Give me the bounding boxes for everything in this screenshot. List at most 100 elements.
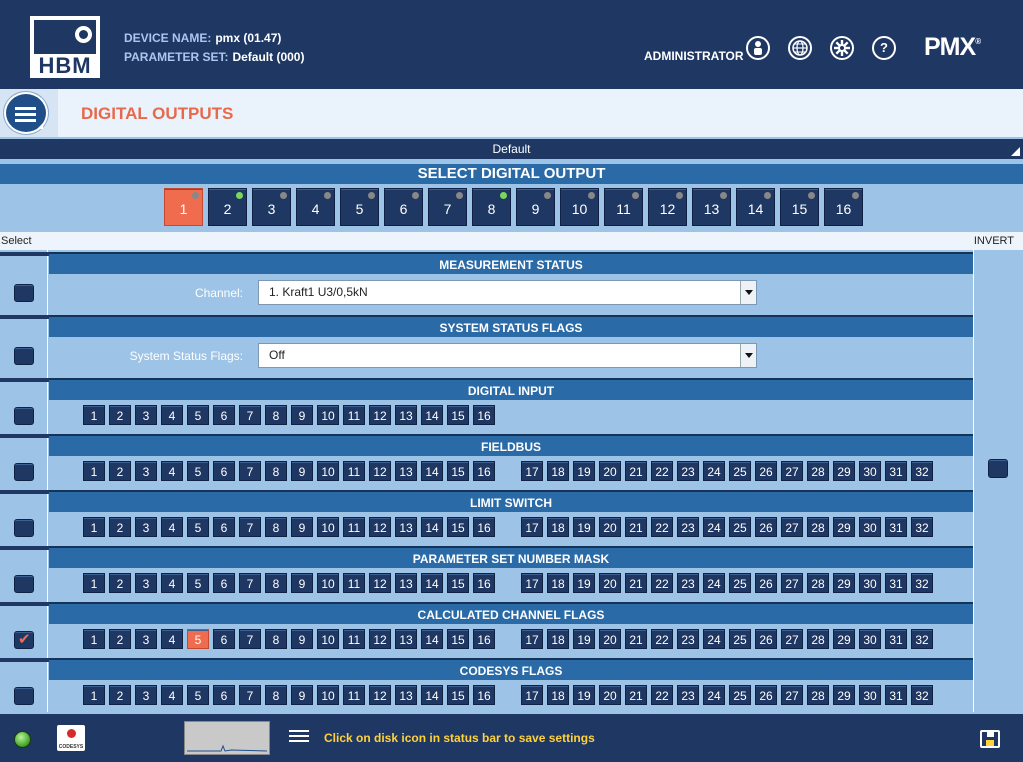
calculated-channel-flags-bit-button[interactable]: 22: [651, 629, 673, 649]
parameter-set-number-mask-bit-button[interactable]: 27: [781, 573, 803, 593]
parameter-set-number-mask-bit-button[interactable]: 15: [447, 573, 469, 593]
parameter-set-number-mask-bit-button[interactable]: 28: [807, 573, 829, 593]
limit-switch-bit-button[interactable]: 15: [447, 517, 469, 537]
codesys-flags-bit-button[interactable]: 32: [911, 685, 933, 705]
fieldbus-bit-button[interactable]: 11: [343, 461, 365, 481]
limit-switch-bit-button[interactable]: 26: [755, 517, 777, 537]
fieldbus-bit-button[interactable]: 20: [599, 461, 621, 481]
codesys-flags-bit-button[interactable]: 27: [781, 685, 803, 705]
parameter-set-number-mask-bit-button[interactable]: 18: [547, 573, 569, 593]
calculated-channel-flags-bit-button[interactable]: 26: [755, 629, 777, 649]
fieldbus-bit-button[interactable]: 31: [885, 461, 907, 481]
limit-switch-bit-button[interactable]: 12: [369, 517, 391, 537]
codesys-flags-bit-button[interactable]: 9: [291, 685, 313, 705]
parameter-set-number-mask-bit-button[interactable]: 12: [369, 573, 391, 593]
fieldbus-bit-button[interactable]: 32: [911, 461, 933, 481]
parameter-set-number-mask-bit-button[interactable]: 9: [291, 573, 313, 593]
limit-switch-bit-button[interactable]: 21: [625, 517, 647, 537]
fieldbus-bit-button[interactable]: 10: [317, 461, 339, 481]
fieldbus-bit-button[interactable]: 3: [135, 461, 157, 481]
limit-switch-bit-button[interactable]: 5: [187, 517, 209, 537]
digital-output-button[interactable]: 16: [824, 188, 863, 226]
calculated-channel-flags-bit-button[interactable]: 4: [161, 629, 183, 649]
digital-input-bit-button[interactable]: 11: [343, 405, 365, 425]
digital-output-button[interactable]: 5: [340, 188, 379, 226]
limit-switch-bit-button[interactable]: 25: [729, 517, 751, 537]
limit-switch-bit-button[interactable]: 20: [599, 517, 621, 537]
digital-output-button[interactable]: 10: [560, 188, 599, 226]
parameter-set-number-mask-bit-button[interactable]: 5: [187, 573, 209, 593]
digital-input-bit-button[interactable]: 5: [187, 405, 209, 425]
digital-input-bit-button[interactable]: 8: [265, 405, 287, 425]
calculated-channel-flags-bit-button[interactable]: 31: [885, 629, 907, 649]
limit-switch-bit-button[interactable]: 30: [859, 517, 881, 537]
calculated-channel-flags-bit-button[interactable]: 1: [83, 629, 105, 649]
codesys-flags-bit-button[interactable]: 3: [135, 685, 157, 705]
codesys-flags-bit-button[interactable]: 8: [265, 685, 287, 705]
parameter-set-number-mask-bit-button[interactable]: 21: [625, 573, 647, 593]
digital-output-button[interactable]: 8: [472, 188, 511, 226]
calculated-channel-flags-bit-button[interactable]: 24: [703, 629, 725, 649]
fieldbus-bit-button[interactable]: 16: [473, 461, 495, 481]
limit-switch-bit-button[interactable]: 29: [833, 517, 855, 537]
calculated-channel-flags-bit-button[interactable]: 18: [547, 629, 569, 649]
calculated-channel-flags-bit-button[interactable]: 9: [291, 629, 313, 649]
fieldbus-bit-button[interactable]: 22: [651, 461, 673, 481]
calculated-channel-flags-bit-button[interactable]: 21: [625, 629, 647, 649]
calculated-channel-flags-bit-button[interactable]: 28: [807, 629, 829, 649]
digital-input-bit-button[interactable]: 10: [317, 405, 339, 425]
parameter-set-number-mask-bit-button[interactable]: 26: [755, 573, 777, 593]
limit-switch-bit-button[interactable]: 9: [291, 517, 313, 537]
help-icon[interactable]: ?: [872, 36, 896, 60]
fieldbus-bit-button[interactable]: 6: [213, 461, 235, 481]
parameter-set-number-mask-bit-button[interactable]: 22: [651, 573, 673, 593]
calculated-channel-flags-bit-button[interactable]: 12: [369, 629, 391, 649]
codesys-flags-bit-button[interactable]: 31: [885, 685, 907, 705]
limit-switch-bit-button[interactable]: 27: [781, 517, 803, 537]
digital-input-bit-button[interactable]: 14: [421, 405, 443, 425]
limit-switch-bit-button[interactable]: 28: [807, 517, 829, 537]
parameter-set-number-mask-bit-button[interactable]: 10: [317, 573, 339, 593]
codesys-flags-bit-button[interactable]: 4: [161, 685, 183, 705]
digital-output-button[interactable]: 7: [428, 188, 467, 226]
limit-switch-bit-button[interactable]: 10: [317, 517, 339, 537]
parameter-set-number-mask-bit-button[interactable]: 6: [213, 573, 235, 593]
limit-switch-bit-button[interactable]: 16: [473, 517, 495, 537]
fieldbus-bit-button[interactable]: 12: [369, 461, 391, 481]
calculated-channel-flags-bit-button[interactable]: 10: [317, 629, 339, 649]
digital-input-bit-button[interactable]: 2: [109, 405, 131, 425]
calculated-channel-flags-bit-button[interactable]: 14: [421, 629, 443, 649]
codesys-flags-bit-button[interactable]: 2: [109, 685, 131, 705]
fieldbus-bit-button[interactable]: 24: [703, 461, 725, 481]
codesys-flags-bit-button[interactable]: 12: [369, 685, 391, 705]
system-status-flags-dropdown[interactable]: Off: [258, 343, 757, 368]
limit-switch-bit-button[interactable]: 8: [265, 517, 287, 537]
calculated-channel-flags-bit-button[interactable]: 3: [135, 629, 157, 649]
fieldbus-select-checkbox[interactable]: [14, 463, 34, 481]
fieldbus-bit-button[interactable]: 29: [833, 461, 855, 481]
fieldbus-bit-button[interactable]: 9: [291, 461, 313, 481]
limit-switch-bit-button[interactable]: 17: [521, 517, 543, 537]
calculated-channel-flags-bit-button[interactable]: 27: [781, 629, 803, 649]
codesys-flags-bit-button[interactable]: 11: [343, 685, 365, 705]
limit-switch-select-checkbox[interactable]: [14, 519, 34, 537]
parameter-set-number-mask-bit-button[interactable]: 20: [599, 573, 621, 593]
fieldbus-bit-button[interactable]: 21: [625, 461, 647, 481]
calculated-channel-flags-bit-button[interactable]: 8: [265, 629, 287, 649]
calculated-channel-flags-bit-button[interactable]: 13: [395, 629, 417, 649]
parameter-set-number-mask-bit-button[interactable]: 24: [703, 573, 725, 593]
limit-switch-bit-button[interactable]: 23: [677, 517, 699, 537]
digital-output-button[interactable]: 2: [208, 188, 247, 226]
fieldbus-bit-button[interactable]: 28: [807, 461, 829, 481]
digital-output-button[interactable]: 6: [384, 188, 423, 226]
digital-input-bit-button[interactable]: 6: [213, 405, 235, 425]
calculated-channel-flags-bit-button[interactable]: 30: [859, 629, 881, 649]
signal-preview-thumbnail[interactable]: [184, 721, 270, 755]
parameter-set-number-mask-bit-button[interactable]: 19: [573, 573, 595, 593]
parameter-set-number-mask-bit-button[interactable]: 7: [239, 573, 261, 593]
limit-switch-bit-button[interactable]: 3: [135, 517, 157, 537]
codesys-flags-select-checkbox[interactable]: [14, 687, 34, 705]
fieldbus-bit-button[interactable]: 26: [755, 461, 777, 481]
codesys-flags-bit-button[interactable]: 22: [651, 685, 673, 705]
digital-output-button[interactable]: 11: [604, 188, 643, 226]
